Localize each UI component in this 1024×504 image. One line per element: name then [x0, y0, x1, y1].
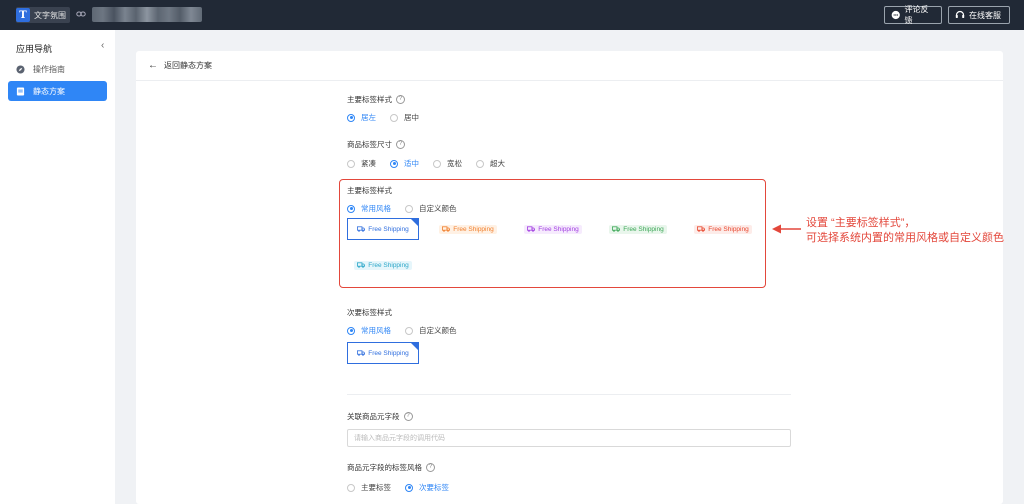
back-label: 返回静态方案: [164, 61, 212, 70]
label-size-radios: 紧凑 适中 宽松 超大: [347, 158, 519, 169]
section-divider: [347, 394, 791, 395]
chat-icon: [891, 10, 900, 20]
truck-icon: [442, 226, 451, 232]
radio-align-left[interactable]: 居左: [347, 112, 376, 123]
free-shipping-tag: Free Shipping: [439, 224, 497, 234]
radio-custom-color[interactable]: 自定义颜色: [405, 325, 457, 336]
meta-field-input[interactable]: 请输入商品元字段的调用代码: [347, 429, 791, 447]
radio-common-style[interactable]: 常用风格: [347, 325, 391, 336]
help-icon[interactable]: ?: [403, 412, 413, 421]
free-shipping-tag: Free Shipping: [694, 224, 752, 234]
radio-primary-tag[interactable]: 主要标签: [347, 482, 391, 493]
arrow-left-icon: ←: [148, 60, 158, 71]
app-logo-icon: T: [16, 8, 30, 22]
annotation-arrow-icon: [772, 224, 801, 234]
radio-size-loose[interactable]: 宽松: [433, 158, 462, 169]
truck-icon: [357, 262, 366, 268]
top-bar: T 文字氛围 评论反馈 在线客服: [0, 0, 1024, 30]
radio-custom-color[interactable]: 自定义颜色: [405, 203, 457, 214]
help-icon[interactable]: ?: [426, 463, 435, 472]
tag-style-option[interactable]: Free Shipping: [347, 254, 419, 276]
truck-icon: [357, 350, 366, 356]
truck-icon: [527, 226, 536, 232]
truck-icon: [357, 226, 366, 232]
meta-tag-style-label: 商品元字段的标签风格 ?: [347, 462, 435, 473]
sidebar-item-guide[interactable]: 操作指南: [8, 59, 107, 79]
radio-common-style[interactable]: 常用风格: [347, 203, 391, 214]
redacted-store-url: [92, 7, 202, 22]
secondary-tag-style-label: 次要标签样式: [347, 308, 392, 317]
main-card: ← 返回静态方案 主要标签样式 ? 居左 居中 商品标签尺寸 ? 紧凑 适中 宽…: [136, 51, 1003, 504]
tag-style-option[interactable]: Free Shipping: [432, 218, 504, 240]
truck-icon: [697, 226, 706, 232]
sidebar-item-label: 静态方案: [33, 86, 65, 96]
radio-secondary-tag[interactable]: 次要标签: [405, 482, 449, 493]
back-link[interactable]: ← 返回静态方案: [136, 51, 1003, 81]
main-tag-style-radios: 常用风格 自定义颜色: [347, 203, 471, 214]
help-icon[interactable]: ?: [396, 140, 405, 149]
free-shipping-tag: Free Shipping: [354, 260, 412, 270]
headset-icon: [955, 10, 965, 18]
radio-size-xlarge[interactable]: 超大: [476, 158, 505, 169]
meta-field-label: 关联商品元字段 ?: [347, 411, 413, 422]
feedback-label: 评论反馈: [904, 5, 929, 25]
radio-size-compact[interactable]: 紧凑: [347, 158, 376, 169]
free-shipping-tag: Free Shipping: [524, 224, 582, 234]
free-shipping-tag: Free Shipping: [354, 348, 412, 358]
tag-style-option[interactable]: Free Shipping: [687, 218, 759, 240]
app-name: 文字氛围: [34, 10, 66, 20]
service-label: 在线客服: [969, 10, 1001, 20]
free-shipping-tag: Free Shipping: [354, 224, 412, 234]
radio-align-center[interactable]: 居中: [390, 112, 419, 123]
free-shipping-tag: Free Shipping: [609, 224, 667, 234]
sidebar: 应用导航 ‹ 操作指南 静态方案: [0, 30, 115, 504]
online-service-button[interactable]: 在线客服: [948, 6, 1010, 24]
truck-icon: [612, 226, 621, 232]
collapse-chevron-icon[interactable]: ‹: [101, 40, 104, 51]
main-tag-style-label: 主要标签样式: [347, 186, 392, 195]
tag-style-option[interactable]: Free Shipping: [347, 218, 419, 240]
secondary-tag-option[interactable]: Free Shipping: [347, 342, 419, 364]
sidebar-item-label: 操作指南: [33, 64, 65, 74]
link-icon[interactable]: [76, 9, 86, 19]
tag-style-option[interactable]: Free Shipping: [517, 218, 589, 240]
secondary-tag-style-radios: 常用风格 自定义颜色: [347, 325, 471, 336]
label-size-label: 商品标签尺寸 ?: [347, 139, 405, 150]
feedback-button[interactable]: 评论反馈: [884, 5, 942, 25]
document-icon: [16, 86, 25, 96]
tag-style-option[interactable]: Free Shipping: [602, 218, 674, 240]
main-label-position-label: 主要标签样式 ?: [347, 94, 405, 105]
main-label-position-radios: 居左 居中: [347, 112, 433, 123]
app-logo[interactable]: T 文字氛围: [16, 7, 70, 23]
radio-size-medium[interactable]: 适中: [390, 158, 419, 169]
sidebar-title: 应用导航: [16, 44, 53, 54]
annotation-text: 设置 “主要标签样式”， 可选择系统内置的常用风格或自定义颜色: [806, 217, 1004, 244]
help-icon[interactable]: ?: [396, 95, 405, 104]
sidebar-item-static-plan[interactable]: 静态方案: [8, 81, 107, 101]
compass-icon: [16, 64, 25, 74]
meta-tag-style-radios: 主要标签 次要标签: [347, 482, 463, 493]
